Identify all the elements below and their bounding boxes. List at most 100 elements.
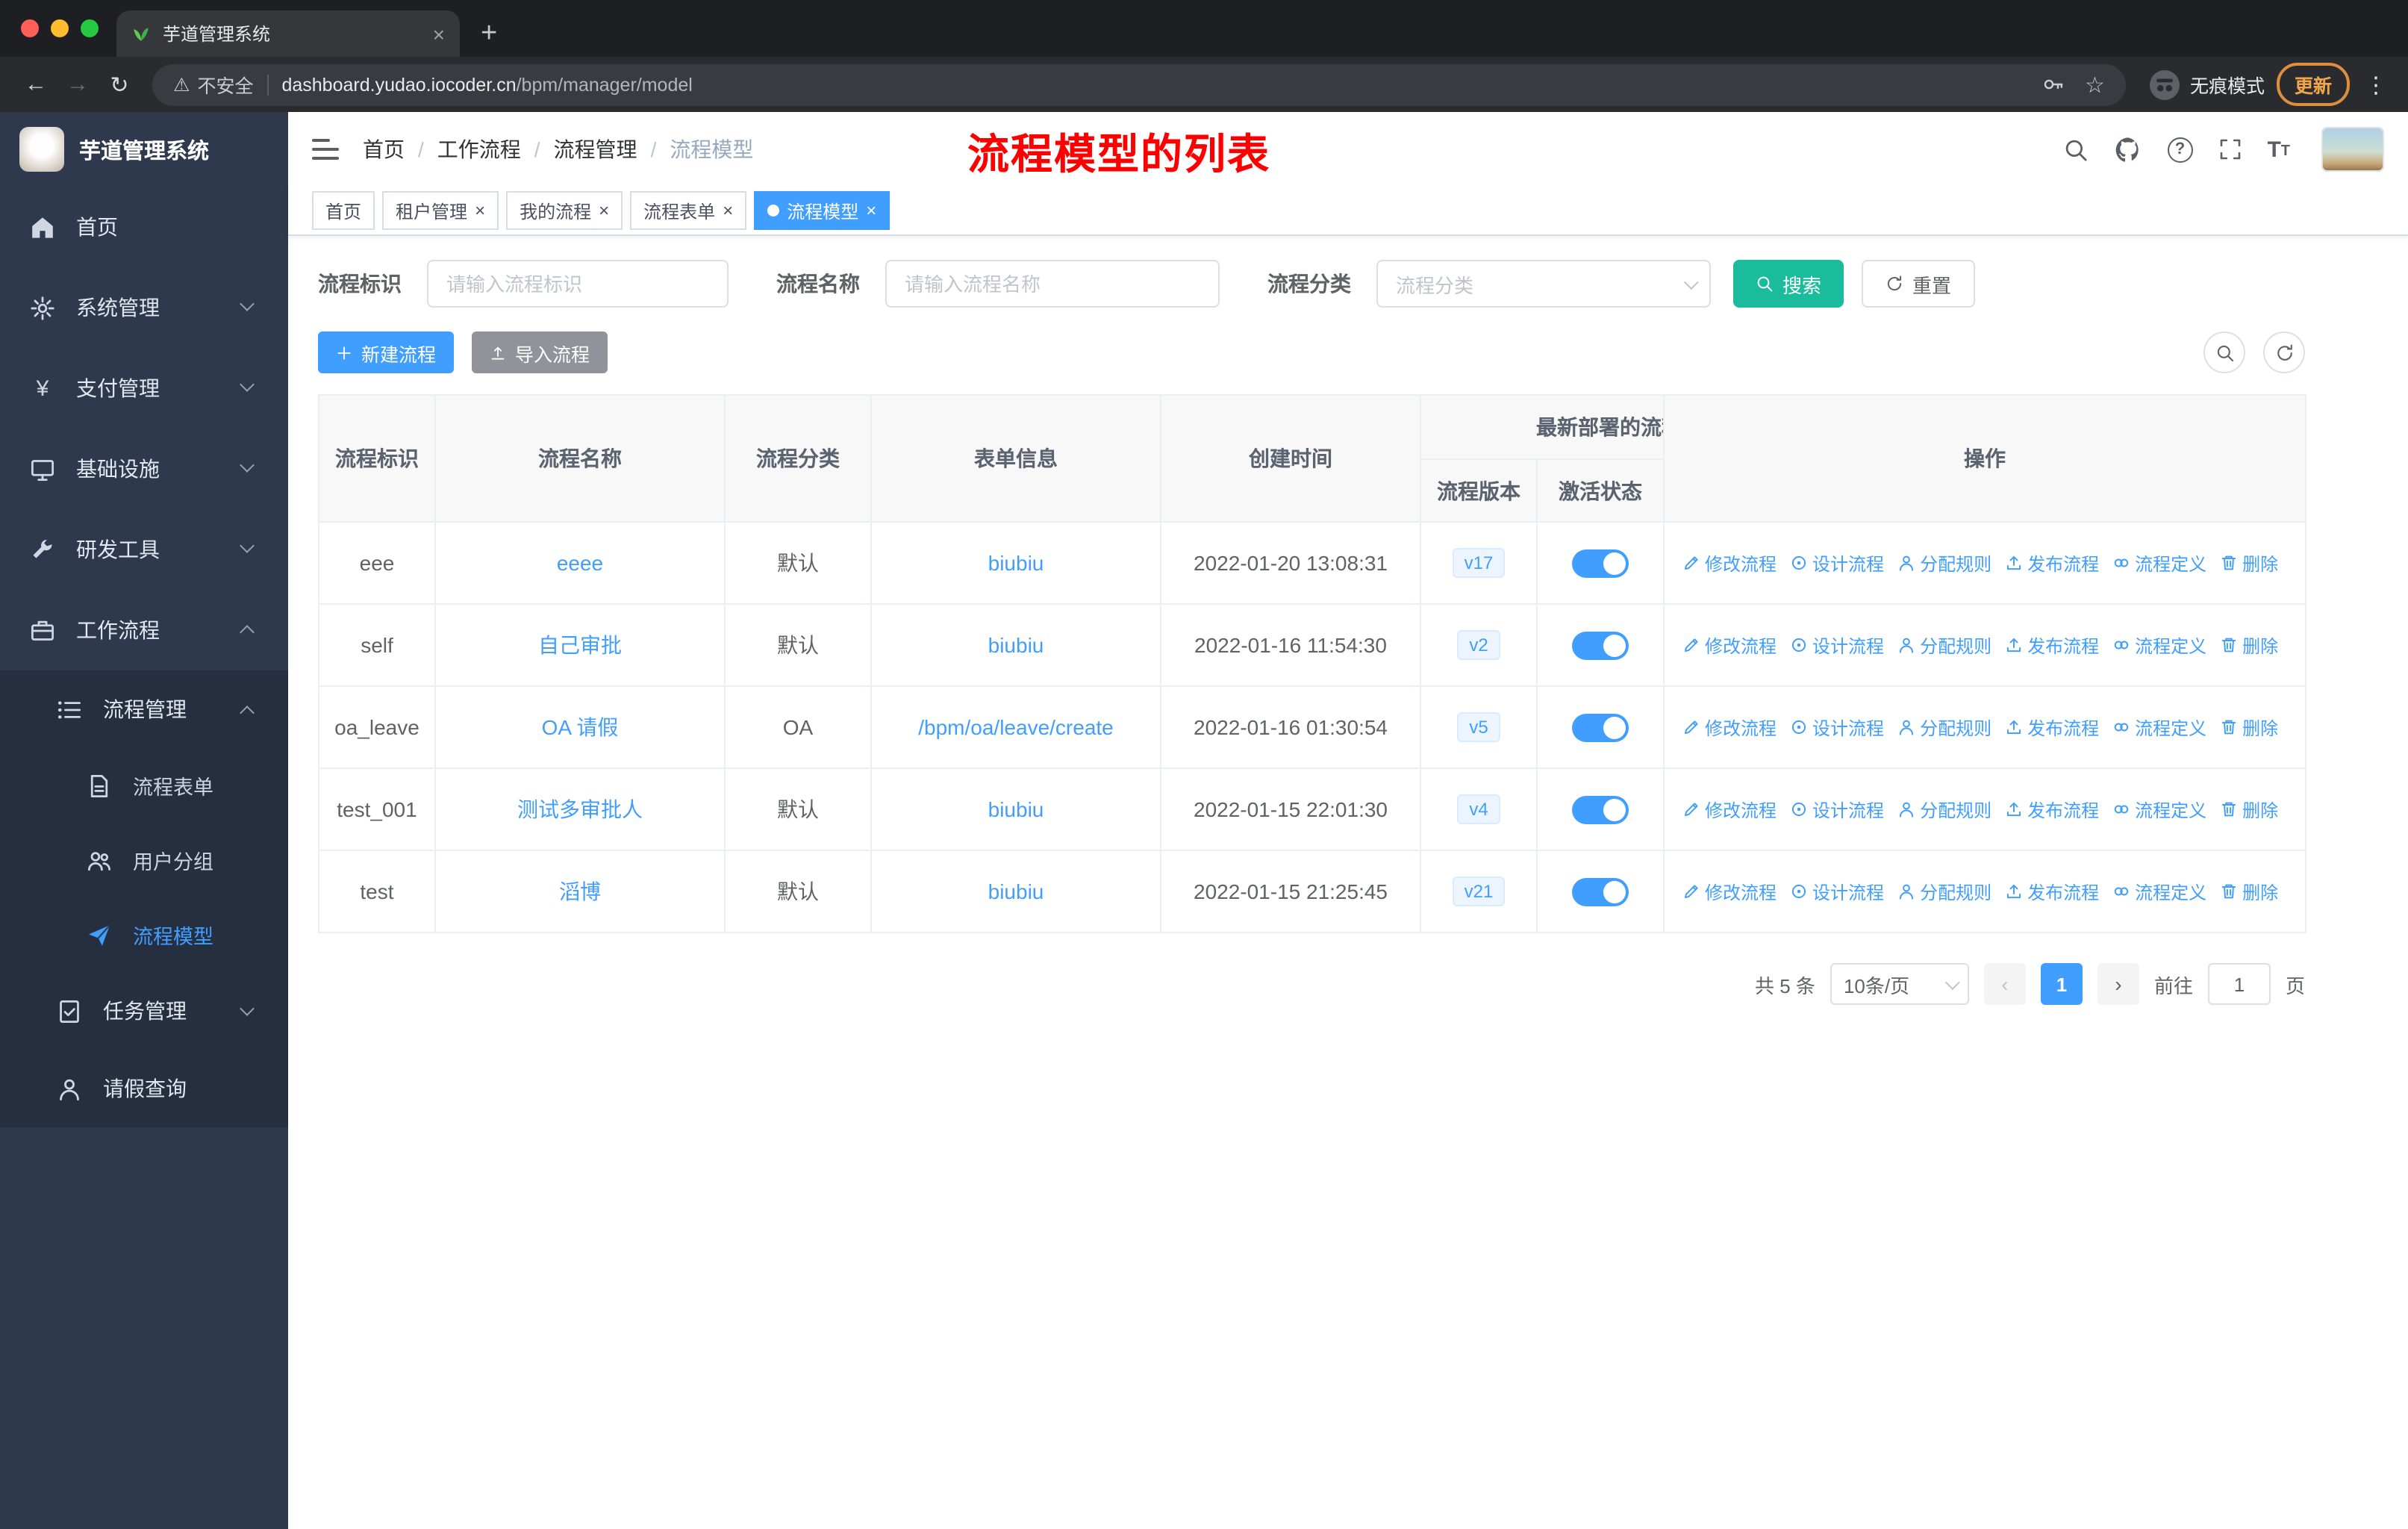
tag-tenant-management[interactable]: 租户管理 × bbox=[382, 191, 499, 230]
sidebar-item-leave-query[interactable]: 请假查询 bbox=[0, 1050, 288, 1127]
new-tab-button[interactable]: + bbox=[481, 19, 497, 48]
action-assign-rule[interactable]: 分配规则 bbox=[1897, 714, 1991, 740]
reload-button[interactable]: ↻ bbox=[99, 71, 140, 98]
tag-close-icon[interactable]: × bbox=[866, 202, 876, 219]
tab-close-button[interactable]: × bbox=[433, 23, 445, 44]
active-toggle[interactable] bbox=[1572, 713, 1629, 741]
refresh-table-button[interactable] bbox=[2263, 331, 2305, 373]
header-search-button[interactable] bbox=[2062, 137, 2088, 162]
toggle-search-button[interactable] bbox=[2203, 331, 2245, 373]
sidebar-item-payment-management[interactable]: ¥ 支付管理 bbox=[0, 348, 288, 429]
font-size-button[interactable]: TT bbox=[2267, 138, 2290, 161]
action-design-process[interactable]: 设计流程 bbox=[1790, 714, 1884, 740]
action-edit-process[interactable]: 修改流程 bbox=[1682, 879, 1777, 904]
create-process-button[interactable]: 新建流程 bbox=[318, 331, 455, 373]
password-manager-icon[interactable] bbox=[2042, 73, 2064, 96]
action-assign-rule[interactable]: 分配规则 bbox=[1897, 632, 1991, 658]
process-name-input[interactable] bbox=[885, 260, 1220, 308]
sidebar-item-process-form[interactable]: 流程表单 bbox=[0, 748, 288, 823]
action-publish-process[interactable]: 发布流程 bbox=[2005, 632, 2099, 658]
sidebar-item-devtools[interactable]: 研发工具 bbox=[0, 509, 288, 590]
help-button[interactable]: ? bbox=[2167, 137, 2193, 162]
breadcrumb-home[interactable]: 首页 bbox=[363, 134, 405, 164]
tag-close-icon[interactable]: × bbox=[599, 202, 609, 219]
github-button[interactable] bbox=[2113, 135, 2142, 164]
forward-button[interactable]: → bbox=[57, 72, 99, 97]
active-toggle[interactable] bbox=[1572, 877, 1629, 906]
sidebar-item-process-model[interactable]: 流程模型 bbox=[0, 897, 288, 972]
page-size-select[interactable]: 10条/页 bbox=[1830, 963, 1969, 1005]
back-button[interactable]: ← bbox=[15, 72, 57, 97]
breadcrumb-process-management[interactable]: 流程管理 bbox=[554, 134, 637, 164]
process-category-select[interactable]: 流程分类 bbox=[1376, 260, 1711, 308]
action-assign-rule[interactable]: 分配规则 bbox=[1897, 550, 1991, 576]
page-1-button[interactable]: 1 bbox=[2040, 963, 2083, 1005]
site-info-button[interactable]: ⚠ 不安全 bbox=[173, 70, 253, 99]
action-assign-rule[interactable]: 分配规则 bbox=[1897, 797, 1991, 822]
tag-process-model[interactable]: 流程模型 × bbox=[754, 191, 890, 230]
tag-my-process[interactable]: 我的流程 × bbox=[506, 191, 623, 230]
prev-page-button[interactable]: ‹ bbox=[1983, 963, 2026, 1005]
tag-process-form[interactable]: 流程表单 × bbox=[630, 191, 747, 230]
active-toggle[interactable] bbox=[1572, 631, 1629, 659]
process-id-input[interactable] bbox=[427, 260, 729, 308]
sidebar-item-system-management[interactable]: 系统管理 bbox=[0, 267, 288, 348]
action-design-process[interactable]: 设计流程 bbox=[1790, 879, 1884, 904]
model-name-link[interactable]: 滔博 bbox=[559, 879, 601, 903]
window-minimize-button[interactable] bbox=[51, 19, 69, 37]
window-close-button[interactable] bbox=[21, 19, 39, 37]
action-process-definition[interactable]: 流程定义 bbox=[2112, 550, 2206, 576]
sidebar-item-home[interactable]: 首页 bbox=[0, 187, 288, 267]
tag-home[interactable]: 首页 bbox=[312, 191, 375, 230]
avatar[interactable] bbox=[2321, 127, 2384, 172]
model-name-link[interactable]: 自己审批 bbox=[538, 633, 622, 657]
action-publish-process[interactable]: 发布流程 bbox=[2005, 714, 2099, 740]
form-info-link[interactable]: /bpm/oa/leave/create bbox=[918, 715, 1114, 739]
model-name-link[interactable]: eeee bbox=[557, 551, 603, 575]
fullscreen-button[interactable] bbox=[2218, 137, 2242, 161]
form-info-link[interactable]: biubiu bbox=[988, 797, 1044, 821]
reset-button[interactable]: 重置 bbox=[1862, 260, 1976, 308]
action-process-definition[interactable]: 流程定义 bbox=[2112, 879, 2206, 904]
action-edit-process[interactable]: 修改流程 bbox=[1682, 632, 1777, 658]
form-info-link[interactable]: biubiu bbox=[988, 551, 1044, 575]
action-edit-process[interactable]: 修改流程 bbox=[1682, 714, 1777, 740]
sidebar-item-user-group[interactable]: 用户分组 bbox=[0, 823, 288, 897]
address-bar[interactable]: ⚠ 不安全 dashboard.yudao.iocoder.cn /bpm/ma… bbox=[152, 63, 2126, 105]
action-edit-process[interactable]: 修改流程 bbox=[1682, 550, 1777, 576]
action-design-process[interactable]: 设计流程 bbox=[1790, 550, 1884, 576]
action-process-definition[interactable]: 流程定义 bbox=[2112, 797, 2206, 822]
active-toggle[interactable] bbox=[1572, 549, 1629, 577]
window-zoom-button[interactable] bbox=[81, 19, 99, 37]
sidebar-item-process-management[interactable]: 流程管理 bbox=[0, 670, 288, 748]
action-delete[interactable]: 删除 bbox=[2220, 632, 2278, 658]
tag-close-icon[interactable]: × bbox=[723, 202, 733, 219]
goto-page-input[interactable] bbox=[2207, 963, 2271, 1005]
browser-tab[interactable]: 芋道管理系统 × bbox=[116, 10, 460, 57]
action-delete[interactable]: 删除 bbox=[2220, 714, 2278, 740]
next-page-button[interactable]: › bbox=[2097, 963, 2139, 1005]
action-design-process[interactable]: 设计流程 bbox=[1790, 797, 1884, 822]
action-process-definition[interactable]: 流程定义 bbox=[2112, 714, 2206, 740]
action-publish-process[interactable]: 发布流程 bbox=[2005, 550, 2099, 576]
action-design-process[interactable]: 设计流程 bbox=[1790, 632, 1884, 658]
bookmark-star-icon[interactable]: ☆ bbox=[2085, 71, 2105, 98]
action-publish-process[interactable]: 发布流程 bbox=[2005, 797, 2099, 822]
action-process-definition[interactable]: 流程定义 bbox=[2112, 632, 2206, 658]
action-delete[interactable]: 删除 bbox=[2220, 550, 2278, 576]
sidebar-item-task-management[interactable]: 任务管理 bbox=[0, 972, 288, 1050]
import-process-button[interactable]: 导入流程 bbox=[472, 331, 608, 373]
form-info-link[interactable]: biubiu bbox=[988, 633, 1044, 657]
sidebar-toggle-button[interactable] bbox=[312, 139, 339, 160]
model-name-link[interactable]: OA 请假 bbox=[542, 715, 619, 739]
model-name-link[interactable]: 测试多审批人 bbox=[517, 797, 643, 821]
search-button[interactable]: 搜索 bbox=[1733, 260, 1844, 308]
active-toggle[interactable] bbox=[1572, 795, 1629, 823]
browser-update-button[interactable]: 更新 bbox=[2276, 63, 2350, 106]
form-info-link[interactable]: biubiu bbox=[988, 879, 1044, 903]
action-delete[interactable]: 删除 bbox=[2220, 797, 2278, 822]
browser-menu-button[interactable]: ⋮ bbox=[2365, 71, 2387, 98]
action-publish-process[interactable]: 发布流程 bbox=[2005, 879, 2099, 904]
sidebar-item-workflow[interactable]: 工作流程 bbox=[0, 590, 288, 670]
action-assign-rule[interactable]: 分配规则 bbox=[1897, 879, 1991, 904]
